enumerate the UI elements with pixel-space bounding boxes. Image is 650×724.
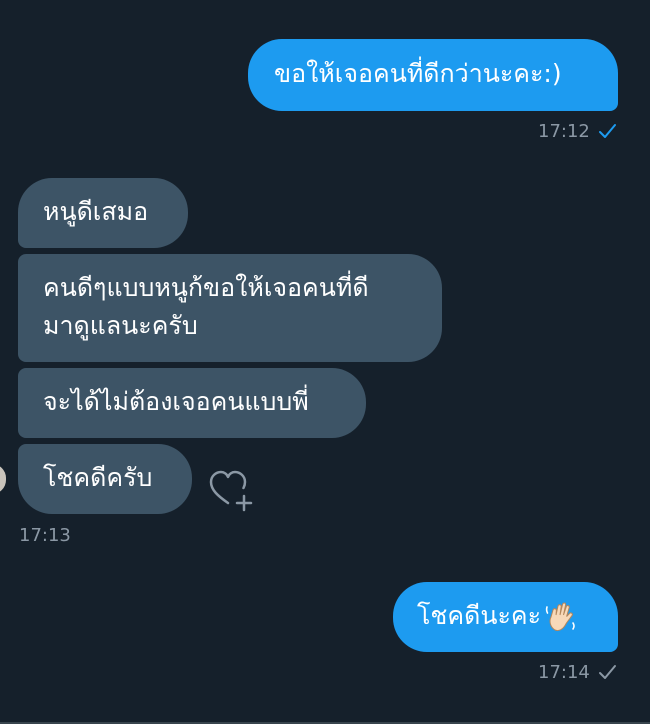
message-text: โชคดีนะคะ (417, 601, 542, 630)
message-bubble-incoming[interactable]: คนดีๆแบบหนูก้ขอให้เจอคนที่ดี มาดูแลนะครั… (18, 254, 442, 362)
checkmark-icon (599, 124, 616, 138)
message-timestamp: 17:13 (19, 525, 71, 546)
add-reaction-heart-icon[interactable] (206, 466, 256, 516)
message-bubble-incoming[interactable]: หนูดีเสมอ (18, 178, 188, 248)
message-text: จะได้ไม่ต้องเจอคนแบบพี่ (43, 387, 309, 416)
message-bubble-outgoing[interactable]: ขอให้เจอคนที่ดีกว่านะคะ:) (248, 39, 618, 111)
message-timestamp: 17:12 (538, 121, 590, 142)
message-text-line: คนดีๆแบบหนูก้ขอให้เจอคนที่ดี (43, 273, 369, 302)
clipped-status-icons (18, 0, 70, 6)
checkmark-icon (599, 665, 616, 679)
waving-hand-icon (545, 602, 575, 631)
message-text: โชคดีครับ (43, 463, 153, 492)
message-bubble-incoming[interactable]: โชคดีครับ (18, 444, 192, 514)
message-text: หนูดีเสมอ (43, 197, 149, 226)
message-text-line: มาดูแลนะครับ (43, 311, 198, 340)
chat-window: ขอให้เจอคนที่ดีกว่านะคะ:) 17:12 หนูดีเสม… (0, 0, 650, 724)
message-bubble-outgoing[interactable]: โชคดีนะคะ (393, 582, 618, 652)
message-text: ขอให้เจอคนที่ดีกว่านะคะ:) (274, 59, 562, 88)
message-timestamp: 17:14 (538, 662, 590, 683)
avatar[interactable] (0, 464, 6, 494)
message-bubble-incoming[interactable]: จะได้ไม่ต้องเจอคนแบบพี่ (18, 368, 366, 438)
